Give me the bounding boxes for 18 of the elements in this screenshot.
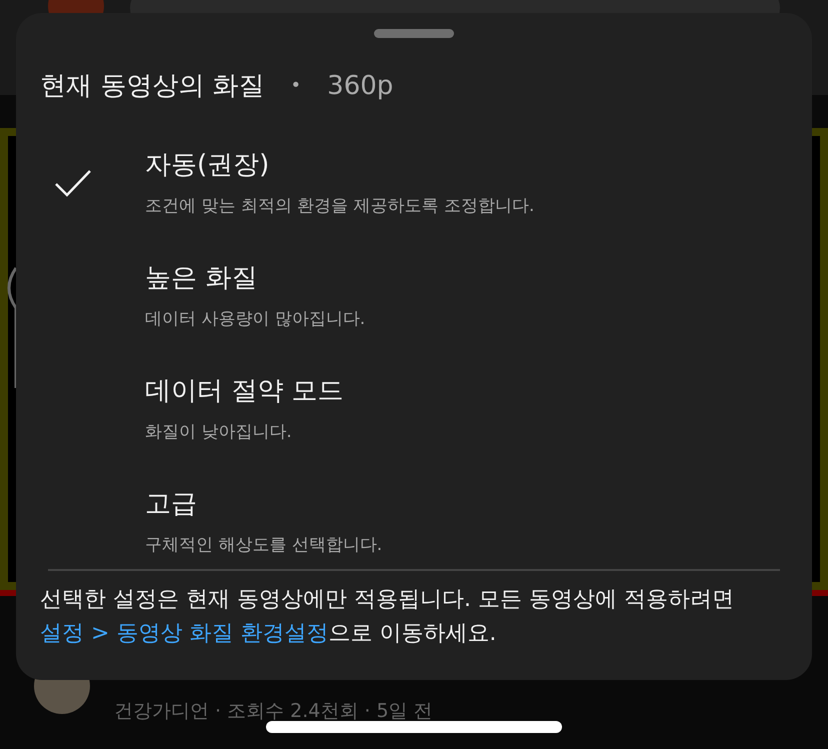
option-description: 화질이 낮아집니다.	[145, 421, 293, 443]
sheet-title: 현재 동영상의 화질	[40, 70, 265, 103]
separator-dot: •	[290, 75, 302, 96]
quality-option[interactable]: 자동(권장) 조건에 맞는 최적의 환경을 제공하도록 조정합니다.	[40, 131, 788, 244]
option-description: 조건에 맞는 최적의 환경을 제공하도록 조정합니다.	[145, 195, 534, 217]
option-title: 고급	[145, 488, 198, 521]
settings-link[interactable]: 설정 > 동영상 화질 환경설정	[40, 621, 328, 646]
option-title: 데이터 절약 모드	[145, 375, 344, 408]
option-description: 데이터 사용량이 많아집니다.	[145, 308, 366, 330]
quality-option[interactable]: 데이터 절약 모드 화질이 낮아집니다.	[40, 357, 788, 470]
quality-option[interactable]: 높은 화질 데이터 사용량이 많아집니다.	[40, 244, 788, 357]
option-title: 높은 화질	[145, 262, 258, 295]
option-title: 자동(권장)	[145, 149, 270, 182]
quality-option[interactable]: 고급 구체적인 해상도를 선택합니다.	[40, 470, 788, 583]
current-quality: 360p	[327, 70, 394, 100]
footer-note: 선택한 설정은 현재 동영상에만 적용됩니다. 모든 동영상에 적용하려면 설정 > 동영상 화질 환경설정 으로 이동하세요.	[40, 586, 735, 648]
option-description: 구체적인 해상도를 선택합니다.	[145, 534, 382, 556]
video-meta: 건강가디언 · 조회수 2.4천회 · 5일 전	[114, 699, 433, 724]
